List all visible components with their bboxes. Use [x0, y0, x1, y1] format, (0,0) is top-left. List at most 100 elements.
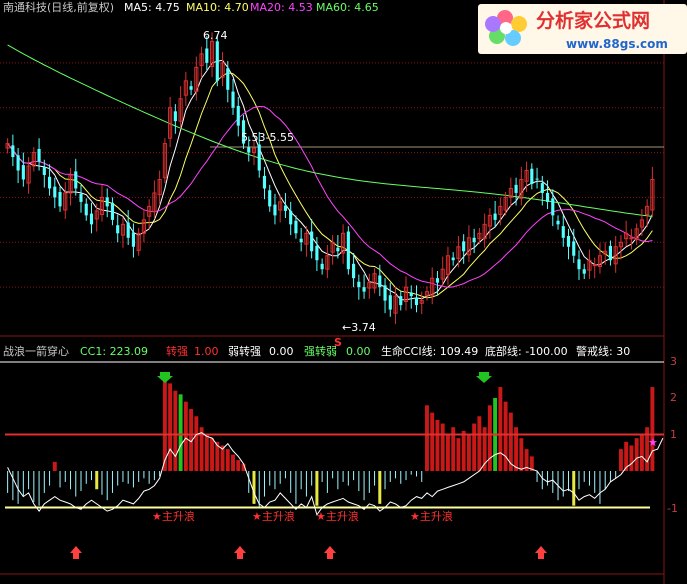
- indicator-bar-positive: [430, 412, 435, 471]
- candle-down: [47, 176, 52, 189]
- candle-down: [231, 91, 235, 108]
- logo-brand-text: 分析家公式网: [536, 9, 650, 32]
- candle-down: [577, 259, 581, 270]
- candle-down: [357, 281, 361, 288]
- indicator-bar-positive: [498, 387, 503, 471]
- candle-down: [116, 225, 120, 234]
- warn-line-label: 警戒线: 30: [576, 344, 630, 358]
- weak-to-strong-value: 0.00: [269, 345, 294, 358]
- indicator-bar-positive: [618, 449, 623, 471]
- indicator-bar-negative: [117, 471, 119, 486]
- candle-down: [493, 213, 497, 220]
- candle-down: [561, 226, 565, 238]
- candle-down: [566, 236, 571, 247]
- ma5-label: MA5: 4.75: [124, 1, 180, 14]
- indicator-bar-negative: [101, 471, 103, 495]
- candle-down: [189, 86, 193, 90]
- life-cci-label: 生命CCI线: 109.49: [381, 344, 478, 358]
- indicator-bar-negative: [111, 471, 113, 493]
- indicator-bar-negative: [572, 471, 576, 506]
- stock-chart[interactable]: ★主升浪 ★主升浪 ★主升浪 ★主升浪 ★ 南通科技(日线,前复权) MA5: 4.75…: [0, 0, 687, 584]
- sub-ytick: -1: [667, 502, 678, 515]
- candle-down: [105, 197, 109, 207]
- indicator-bar-negative: [59, 471, 61, 488]
- candle-down: [378, 275, 382, 288]
- indicator-bar-negative: [64, 471, 66, 482]
- indicator-bar-negative: [615, 471, 617, 479]
- low-price-annotation: ←3.74: [342, 321, 376, 334]
- to-strong-value: 1.00: [194, 345, 219, 358]
- indicator-bar-positive: [210, 438, 215, 471]
- candle-down: [383, 285, 387, 301]
- candle-down: [556, 220, 560, 225]
- ma10-label: MA10: 4.70: [186, 1, 249, 14]
- candle-down: [414, 297, 419, 306]
- indicator-bar-negative: [290, 471, 292, 493]
- indicator-bar-negative: [153, 471, 155, 481]
- candle-down: [336, 247, 340, 252]
- indicator-bar-negative: [274, 471, 276, 490]
- strong-to-weak-name: 强转弱: [304, 344, 337, 358]
- weak-to-strong-name: 弱转强: [228, 344, 261, 358]
- indicator-bar-negative: [552, 471, 554, 493]
- candle-down: [37, 148, 41, 162]
- indicator-bar-positive: [461, 430, 466, 471]
- indicator-bar-negative: [148, 471, 150, 484]
- indicator-bar-negative: [415, 471, 417, 477]
- candle-down: [262, 175, 267, 189]
- indicator-bar-negative: [28, 471, 30, 490]
- chart-title: 南通科技(日线,前复权): [3, 0, 114, 14]
- candle-down: [320, 263, 324, 270]
- indicator-bar-negative: [342, 471, 344, 482]
- indicator-bar-positive: [634, 438, 639, 471]
- main-wave-label: ★主升浪: [410, 509, 453, 523]
- indicator-bar-positive: [477, 416, 482, 471]
- indicator-bar-positive: [440, 423, 445, 471]
- indicator-bar-negative: [315, 471, 319, 506]
- candle-down: [535, 178, 539, 180]
- indicator-bar-positive: [445, 434, 450, 471]
- candle-down: [399, 296, 403, 306]
- candle-down: [236, 105, 240, 126]
- indicator-bar-negative: [7, 471, 9, 493]
- indicator-bar-negative: [604, 471, 606, 490]
- indicator-bar-negative: [358, 471, 360, 492]
- candle-down: [572, 241, 576, 256]
- logo-url-text: www.88gs.com: [566, 37, 668, 51]
- indicator-bar-negative: [536, 471, 538, 482]
- indicator-bar-negative: [578, 471, 580, 490]
- indicator-bar-positive: [487, 405, 492, 471]
- indicator-bar-positive: [236, 460, 241, 471]
- indicator-bar-negative: [594, 471, 596, 493]
- main-wave-label: ★主升浪: [152, 509, 195, 523]
- candle-down: [53, 186, 57, 198]
- candle-down: [435, 278, 440, 283]
- sub-ytick: 1: [670, 428, 677, 441]
- site-logo[interactable]: 分析家公式网 www.88gs.com: [478, 4, 687, 54]
- candle-down: [247, 147, 251, 153]
- strong-to-weak-value: 0.00: [346, 345, 371, 358]
- indicator-bar-negative: [588, 471, 590, 486]
- candle-up: [629, 237, 634, 240]
- indicator-bar-positive: [173, 390, 178, 471]
- ma20-label: MA20: 4.53: [250, 1, 313, 14]
- indicator-bar-negative: [421, 471, 423, 482]
- indicator-bar-negative: [384, 471, 386, 490]
- cc1-label: CC1: 223.09: [80, 345, 148, 358]
- indicator-bar-negative: [248, 471, 250, 493]
- candle-down: [126, 222, 130, 238]
- indicator-bar-negative: [583, 471, 585, 482]
- indicator-bar-negative: [311, 471, 313, 486]
- candle-down: [89, 213, 94, 225]
- indicator-bar-negative: [568, 471, 570, 492]
- indicator-bar-negative: [132, 471, 134, 488]
- candle-down: [173, 111, 177, 122]
- indicator-bar-negative: [395, 471, 397, 479]
- indicator-bar-negative: [80, 471, 82, 492]
- indicator-bar-negative: [33, 471, 35, 503]
- indicator-name: 战浪一箭穿心: [3, 344, 69, 358]
- indicator-bar-negative: [38, 471, 40, 506]
- candle-down: [257, 144, 261, 171]
- indicator-bar-positive: [425, 405, 429, 471]
- indicator-bar-negative: [363, 471, 365, 501]
